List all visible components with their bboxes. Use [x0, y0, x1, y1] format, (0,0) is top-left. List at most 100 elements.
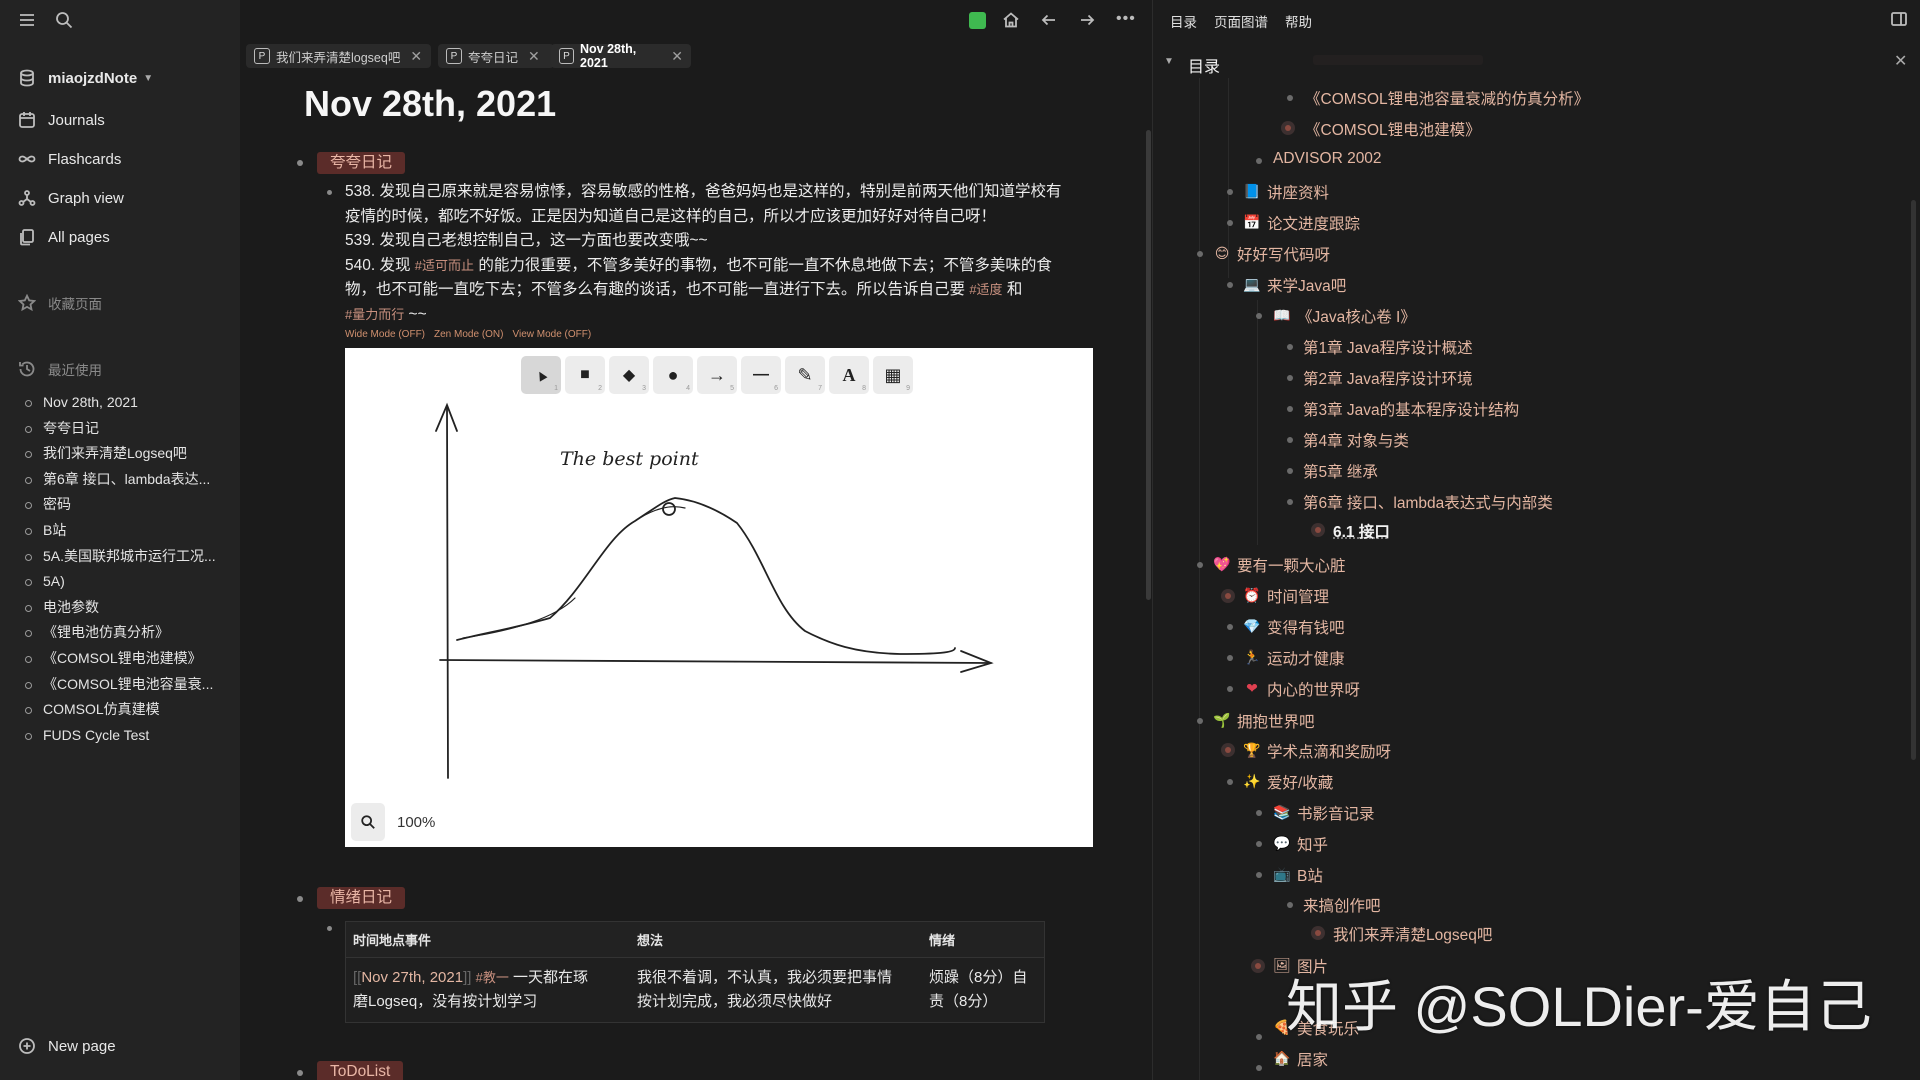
- menu-page-graph[interactable]: 页面图谱: [1214, 11, 1268, 31]
- recent-item[interactable]: FUDS Cycle Test: [24, 723, 224, 749]
- recent-item[interactable]: Nov 28th, 2021: [24, 390, 224, 416]
- block-bullet[interactable]: [327, 926, 332, 931]
- tag-qingxu-riji[interactable]: 情绪日记: [317, 887, 406, 909]
- recent-item[interactable]: 《锂电池仿真分析》: [24, 620, 224, 646]
- menu-help[interactable]: 帮助: [1285, 11, 1312, 31]
- recent-item[interactable]: COMSOL仿真建模: [24, 697, 224, 723]
- sidebar-item-flashcards[interactable]: Flashcards: [18, 146, 121, 172]
- menu-toc[interactable]: 目录: [1170, 11, 1197, 31]
- block-bullet[interactable]: [297, 160, 303, 166]
- wide-mode-toggle[interactable]: Wide Mode (OFF): [345, 329, 425, 340]
- toc-bullet[interactable]: [1287, 344, 1293, 350]
- search-icon[interactable]: [55, 11, 73, 34]
- date-link[interactable]: Nov 27th, 2021: [361, 969, 463, 986]
- block-bullet[interactable]: [297, 896, 303, 902]
- toc-bullet[interactable]: [1287, 902, 1293, 908]
- toggle-sidebar-icon[interactable]: [1890, 10, 1908, 33]
- hashtag-link[interactable]: #适度: [969, 282, 1002, 297]
- recent-header[interactable]: 最近使用: [18, 356, 102, 382]
- toc-item[interactable]: 来搞创作吧: [1303, 894, 1381, 916]
- toc-item[interactable]: 😊 好好写代码呀: [1213, 243, 1330, 265]
- scrollbar-thumb[interactable]: [1146, 130, 1151, 600]
- toc-bullet[interactable]: [1256, 810, 1262, 816]
- recent-item[interactable]: 电池参数: [24, 595, 224, 621]
- toc-bullet[interactable]: [1227, 624, 1233, 630]
- toc-item[interactable]: ❤ 内心的世界呀: [1243, 678, 1360, 700]
- page-title[interactable]: Nov 28th, 2021: [304, 83, 556, 125]
- recent-item[interactable]: 《COMSOL锂电池容量衰...: [24, 672, 224, 698]
- menu-icon[interactable]: [18, 11, 36, 34]
- toc-bullet[interactable]: [1227, 655, 1233, 661]
- toc-item[interactable]: 🌱 拥抱世界吧: [1213, 710, 1314, 732]
- toc-bullet[interactable]: [1227, 220, 1233, 226]
- toc-item[interactable]: 🏠 居家: [1273, 1048, 1328, 1070]
- toc-item[interactable]: 💖 要有一颗大心脏: [1213, 554, 1345, 576]
- close-icon[interactable]: ✕: [671, 48, 683, 65]
- toc-item[interactable]: 📅 论文进度跟踪: [1243, 212, 1360, 234]
- toc-item[interactable]: ADVISOR 2002: [1273, 150, 1382, 168]
- toc-item[interactable]: 🏃 运动才健康: [1243, 647, 1344, 669]
- home-icon[interactable]: [1002, 11, 1020, 34]
- tag-todolist[interactable]: ToDoList: [317, 1061, 404, 1080]
- hashtag-link[interactable]: #量力而行: [345, 307, 404, 322]
- toc-bullet[interactable]: [1256, 1065, 1262, 1071]
- more-options-icon[interactable]: •••: [1116, 10, 1136, 28]
- main-scrollbar[interactable]: [1145, 0, 1152, 1080]
- toc-item[interactable]: ⏰ 时间管理: [1243, 585, 1329, 607]
- recent-item[interactable]: 密码: [24, 492, 224, 518]
- back-arrow-icon[interactable]: [1040, 11, 1058, 34]
- toc-item[interactable]: 《COMSOL锂电池容量衰减的仿真分析》: [1305, 87, 1589, 109]
- toc-item[interactable]: 🏆 学术点滴和奖励呀: [1243, 740, 1391, 762]
- toc-item[interactable]: 《COMSOL锂电池建模》: [1305, 118, 1481, 140]
- toc-bullet[interactable]: [1227, 779, 1233, 785]
- toc-item[interactable]: 📖 《Java核心卷 I》: [1273, 305, 1416, 327]
- sketch-label[interactable]: The best point: [560, 448, 699, 470]
- toc-bullet[interactable]: [1287, 406, 1293, 412]
- toc-bullet[interactable]: [1256, 841, 1262, 847]
- toc-item[interactable]: ✨ 爱好/收藏: [1243, 771, 1333, 793]
- sync-status-icon[interactable]: [969, 12, 986, 29]
- block-bullet[interactable]: [297, 1070, 303, 1076]
- toc-item[interactable]: 📚 书影音记录: [1273, 802, 1374, 824]
- reset-zoom-button[interactable]: [351, 803, 385, 841]
- toc-bullet[interactable]: [1256, 158, 1262, 164]
- toc-item[interactable]: 📘 讲座资料: [1243, 181, 1329, 203]
- toc-item[interactable]: 📺 B站: [1273, 864, 1323, 886]
- tab-kuakua[interactable]: P 夸夸日记 ✕: [438, 44, 554, 68]
- sidebar-item-all-pages[interactable]: All pages: [18, 224, 110, 250]
- toc-item[interactable]: 第2章 Java程序设计环境: [1303, 367, 1473, 389]
- toc-bullet[interactable]: [1197, 251, 1203, 257]
- view-mode-toggle[interactable]: View Mode (OFF): [512, 329, 591, 340]
- zen-mode-toggle[interactable]: Zen Mode (ON): [434, 329, 503, 340]
- toc-bullet[interactable]: [1287, 95, 1293, 101]
- close-icon[interactable]: ✕: [1894, 51, 1907, 71]
- toc-bullet[interactable]: [1256, 1034, 1262, 1040]
- right-scrollbar-thumb[interactable]: [1911, 200, 1916, 760]
- hashtag-link[interactable]: #适可而止: [415, 258, 474, 273]
- forward-arrow-icon[interactable]: [1078, 11, 1096, 34]
- toc-bullet[interactable]: [1197, 562, 1203, 568]
- favorites-header[interactable]: 收藏页面: [18, 290, 102, 316]
- toc-bullet[interactable]: [1287, 437, 1293, 443]
- drawing-canvas[interactable]: ▲ 1 ■ 2 ◆ 3 ● 4 → 5 —6 ✎ 7 A8 ▦ 9 The best poin…: [345, 348, 1093, 847]
- toc-item[interactable]: 我们来弄清楚Logseq吧: [1333, 923, 1492, 945]
- tab-nov28[interactable]: P Nov 28th, 2021 ✕: [551, 42, 691, 70]
- zoom-level[interactable]: 100%: [397, 814, 435, 831]
- collapse-arrow-icon[interactable]: ▼: [1164, 56, 1174, 67]
- sidebar-item-graph-view[interactable]: Graph view: [18, 185, 124, 211]
- tab-logseq[interactable]: P 我们来弄清楚logseq吧 ✕: [246, 44, 431, 68]
- toc-bullet[interactable]: [1227, 282, 1233, 288]
- toc-item[interactable]: 💎 变得有钱吧: [1243, 616, 1344, 638]
- toc-item[interactable]: 💻 来学Java吧: [1243, 274, 1346, 296]
- toc-bullet[interactable]: [1227, 189, 1233, 195]
- toc-bullet[interactable]: [1256, 872, 1262, 878]
- recent-item[interactable]: 第6章 接口、lambda表达...: [24, 467, 224, 493]
- toc-bullet[interactable]: [1256, 313, 1262, 319]
- toc-item[interactable]: 第5章 继承: [1303, 460, 1378, 482]
- toc-item[interactable]: 💬 知乎: [1273, 833, 1328, 855]
- toc-bullet[interactable]: [1287, 375, 1293, 381]
- sketch-drawing[interactable]: [345, 348, 1093, 847]
- close-icon[interactable]: ✕: [528, 48, 540, 65]
- recent-item[interactable]: 我们来弄清楚Logseq吧: [24, 441, 224, 467]
- hashtag-link[interactable]: #教一: [476, 970, 509, 985]
